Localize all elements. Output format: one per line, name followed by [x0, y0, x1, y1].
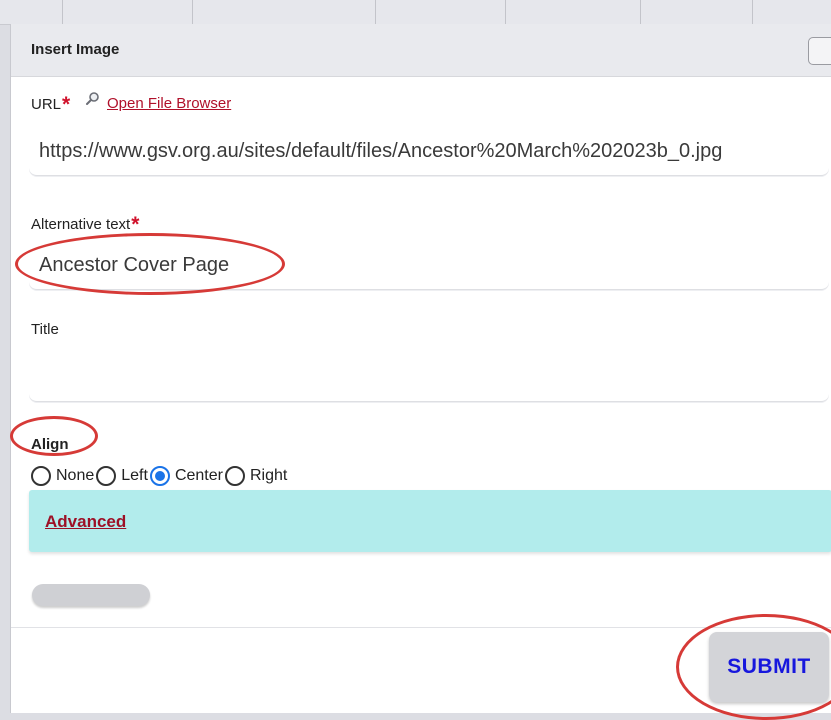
title-label-group: Title — [31, 321, 59, 338]
align-right-label: Right — [249, 467, 288, 484]
url-label: URL — [31, 96, 62, 113]
dialog-close-button[interactable] — [808, 37, 831, 65]
title-input[interactable] — [29, 352, 829, 402]
align-none-label: None — [56, 467, 95, 484]
alt-text-input[interactable]: Ancestor Cover Page — [29, 240, 829, 290]
toolbar-divider — [640, 0, 641, 24]
unlabeled-pill-button[interactable] — [32, 584, 150, 606]
align-left-label: Left — [121, 467, 148, 484]
align-label: Align — [31, 436, 69, 453]
align-left-radio[interactable] — [96, 466, 117, 486]
alt-text-label: Alternative text — [31, 216, 131, 233]
footer-divider — [11, 627, 831, 628]
background-toolbar — [0, 0, 831, 25]
advanced-section — [29, 490, 831, 552]
required-asterisk: * — [62, 93, 71, 116]
toolbar-divider — [192, 0, 193, 24]
align-center-label: Center — [174, 467, 223, 484]
align-radio-group: None Left Center Right — [31, 464, 289, 488]
toolbar-divider — [375, 0, 376, 24]
advanced-link[interactable]: Advanced — [45, 512, 126, 532]
dialog-header: Insert Image — [11, 24, 831, 77]
url-input[interactable]: https://www.gsv.org.au/sites/default/fil… — [29, 126, 829, 176]
align-right-radio[interactable] — [224, 466, 245, 486]
alt-text-label-group: Alternative text* — [31, 211, 140, 236]
align-center-radio[interactable] — [149, 466, 170, 486]
magnifier-icon[interactable] — [85, 91, 101, 107]
align-none-radio[interactable] — [31, 466, 51, 486]
toolbar-divider — [752, 0, 753, 24]
insert-image-dialog: Insert Image URL* Open File Browser http… — [10, 24, 831, 713]
toolbar-divider — [62, 0, 63, 24]
title-label: Title — [31, 321, 59, 338]
dialog-title: Insert Image — [31, 41, 120, 58]
url-label-group: URL* — [31, 91, 71, 116]
toolbar-divider — [505, 0, 506, 24]
submit-button[interactable]: SUBMIT — [709, 632, 829, 702]
open-file-browser-link[interactable]: Open File Browser — [107, 95, 231, 112]
required-asterisk: * — [131, 213, 140, 236]
